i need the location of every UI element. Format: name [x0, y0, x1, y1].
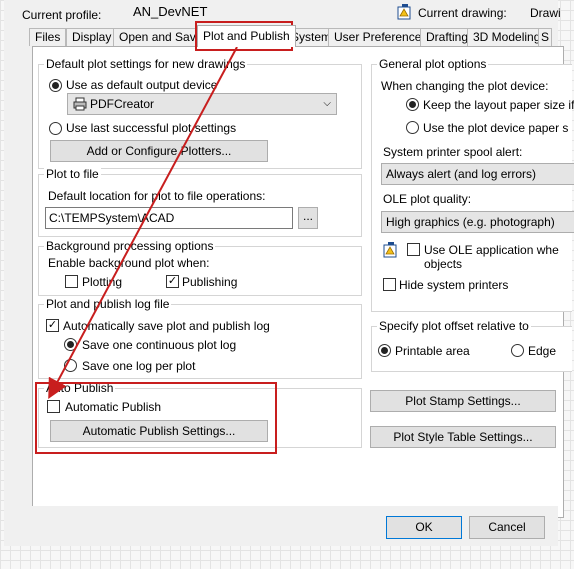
tab-plot-and-publish[interactable]: Plot and Publish — [197, 25, 296, 47]
annotation-arrow — [48, 46, 238, 400]
